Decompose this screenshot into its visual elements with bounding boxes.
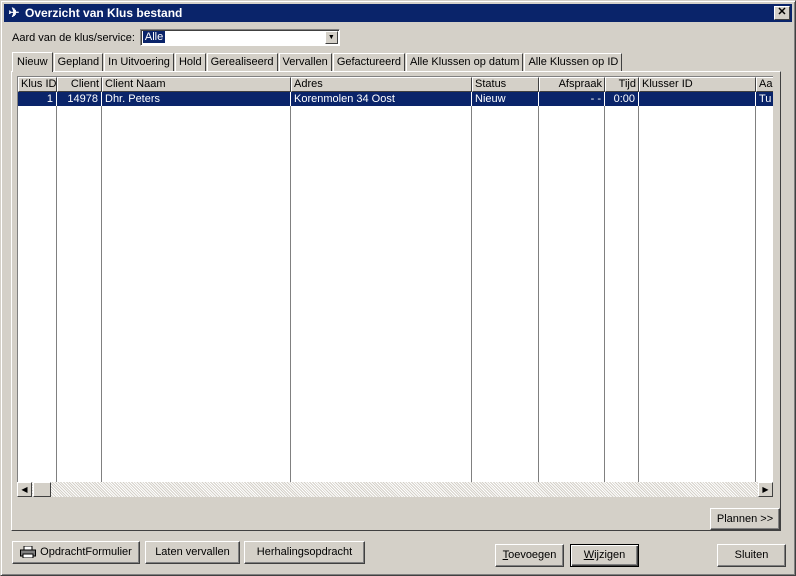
- service-type-select[interactable]: Alle ▼: [139, 29, 340, 46]
- opdrachtformulier-label: OpdrachtFormulier: [40, 546, 132, 558]
- scroll-left-icon[interactable]: ◀: [17, 482, 32, 497]
- horizontal-scrollbar[interactable]: ◀ ▶: [17, 482, 773, 497]
- column-header-klusser-id[interactable]: Klusser ID: [639, 77, 756, 92]
- tab-in-uitvoering[interactable]: In Uitvoering: [104, 53, 174, 71]
- column-divider: [290, 92, 291, 496]
- table-header: Klus ID Client Client Naam Adres Status …: [18, 77, 773, 92]
- cell-klus-id: 1: [18, 92, 57, 106]
- table-row[interactable]: 1 14978 Dhr. Peters Korenmolen 34 Oost N…: [18, 92, 773, 106]
- scroll-thumb[interactable]: [33, 482, 51, 497]
- column-header-client-naam[interactable]: Client Naam: [102, 77, 291, 92]
- column-divider: [604, 92, 605, 496]
- herhalingsopdracht-button[interactable]: Herhalingsopdracht: [244, 541, 365, 564]
- column-header-client[interactable]: Client: [57, 77, 102, 92]
- cell-client: 14978: [57, 92, 102, 106]
- tab-hold[interactable]: Hold: [174, 53, 206, 71]
- service-type-value: Alle: [142, 31, 166, 43]
- tab-nieuw[interactable]: Nieuw: [12, 52, 53, 72]
- cell-tijd: 0:00: [605, 92, 639, 106]
- chevron-down-icon[interactable]: ▼: [324, 31, 338, 44]
- plannen-button[interactable]: Plannen >>: [710, 508, 780, 530]
- title-bar: ✈ Overzicht van Klus bestand ✕: [4, 4, 792, 22]
- wijzigen-label: ijzigen: [594, 549, 626, 561]
- column-divider: [755, 92, 756, 496]
- column-divider: [538, 92, 539, 496]
- column-header-klus-id[interactable]: Klus ID: [18, 77, 57, 92]
- cell-adres: Korenmolen 34 Oost: [291, 92, 472, 106]
- filter-row: Aard van de klus/service: Alle ▼: [12, 29, 340, 46]
- tab-strip: Nieuw Gepland In Uitvoering Hold Gereali…: [12, 51, 623, 72]
- column-header-status[interactable]: Status: [472, 77, 539, 92]
- scroll-right-icon[interactable]: ▶: [758, 482, 773, 497]
- column-header-tijd[interactable]: Tijd: [605, 77, 639, 92]
- sluiten-button[interactable]: Sluiten: [717, 544, 786, 567]
- tab-vervallen[interactable]: Vervallen: [278, 53, 332, 71]
- toevoegen-button[interactable]: Toevoegen: [495, 544, 564, 567]
- cell-aa: Tu: [756, 92, 773, 106]
- close-button[interactable]: ✕: [774, 6, 790, 20]
- tab-gepland[interactable]: Gepland: [53, 53, 104, 71]
- column-header-aa[interactable]: Aa: [756, 77, 773, 92]
- wijzigen-button[interactable]: Wijzigen: [570, 544, 639, 567]
- cell-status: Nieuw: [472, 92, 539, 106]
- cell-afspraak: - -: [539, 92, 605, 106]
- tab-gerealiseerd[interactable]: Gerealiseerd: [206, 53, 278, 71]
- wijzigen-mnemonic: W: [583, 549, 595, 561]
- cell-client-naam: Dhr. Peters: [102, 92, 291, 106]
- laten-vervallen-button[interactable]: Laten vervallen: [145, 541, 240, 564]
- toevoegen-label: oevoegen: [508, 549, 557, 561]
- close-icon: ✕: [777, 6, 787, 18]
- printer-icon: [20, 546, 37, 559]
- opdrachtformulier-button[interactable]: OpdrachtFormulier: [12, 541, 140, 564]
- column-divider: [638, 92, 639, 496]
- window-title: Overzicht van Klus bestand: [25, 6, 183, 20]
- column-header-adres[interactable]: Adres: [291, 77, 472, 92]
- jobs-table[interactable]: Klus ID Client Client Naam Adres Status …: [17, 76, 773, 496]
- tab-gefactureerd[interactable]: Gefactureerd: [332, 53, 406, 71]
- filter-label: Aard van de klus/service:: [12, 31, 135, 44]
- tab-alle-klussen-op-datum[interactable]: Alle Klussen op datum: [406, 53, 524, 71]
- main-window: ✈ Overzicht van Klus bestand ✕ Aard van …: [0, 0, 796, 576]
- tab-alle-klussen-op-id[interactable]: Alle Klussen op ID: [524, 53, 623, 71]
- column-divider: [56, 92, 57, 496]
- app-icon: ✈: [8, 5, 20, 20]
- column-divider: [471, 92, 472, 496]
- column-header-afspraak[interactable]: Afspraak: [539, 77, 605, 92]
- column-divider: [101, 92, 102, 496]
- cell-klusser-id: [639, 92, 756, 106]
